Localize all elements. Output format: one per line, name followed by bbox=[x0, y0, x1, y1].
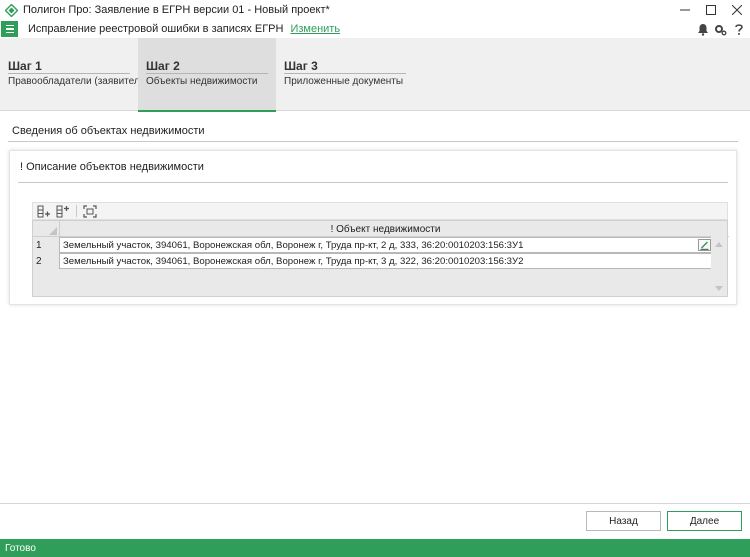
step-subtitle: Приложенные документы bbox=[284, 76, 404, 87]
table-header: ! Объект недвижимости bbox=[33, 221, 729, 237]
table-row[interactable]: 1 Земельный участок, 394061, Воронежская… bbox=[33, 237, 713, 253]
title-bar: Полигон Про: Заявление в ЕГРН версии 01 … bbox=[0, 0, 750, 20]
insert-row-icon[interactable] bbox=[55, 204, 71, 218]
vertical-scrollbar[interactable] bbox=[711, 221, 727, 296]
panel-divider bbox=[18, 182, 728, 183]
objects-table: ! Объект недвижимости 1 Земельный участо… bbox=[32, 220, 729, 297]
step-divider bbox=[146, 73, 268, 74]
close-icon[interactable] bbox=[724, 0, 750, 20]
window-title: Полигон Про: Заявление в ЕГРН версии 01 … bbox=[23, 4, 330, 16]
step-subtitle: Правообладатели (заявители) bbox=[8, 76, 149, 87]
step-3[interactable]: Шаг 3 Приложенные документы bbox=[276, 38, 414, 111]
change-link[interactable]: Изменить bbox=[290, 23, 340, 35]
row-number: 2 bbox=[36, 255, 42, 267]
column-header[interactable]: ! Объект недвижимости bbox=[59, 221, 711, 237]
settings-icon[interactable] bbox=[714, 22, 727, 36]
document-bar: Исправление реестровой ошибки в записях … bbox=[0, 20, 750, 38]
minimize-icon[interactable] bbox=[672, 0, 698, 20]
object-cell-text: Земельный участок, 394061, Воронежская о… bbox=[63, 239, 524, 251]
section-title: Сведения об объектах недвижимости bbox=[12, 125, 205, 137]
back-button[interactable]: Назад bbox=[586, 511, 661, 531]
help-icon[interactable] bbox=[732, 22, 745, 36]
status-text: Готово bbox=[5, 542, 36, 554]
section-divider bbox=[8, 141, 738, 142]
step-title: Шаг 1 bbox=[8, 59, 42, 73]
object-cell-text: Земельный участок, 394061, Воронежская о… bbox=[63, 255, 524, 267]
object-cell[interactable]: Земельный участок, 394061, Воронежская о… bbox=[59, 237, 713, 253]
toolbar-icons bbox=[696, 21, 745, 37]
toolbar-separator bbox=[76, 205, 77, 217]
table-corner bbox=[33, 221, 59, 237]
objects-panel: ! Описание объектов недвижимости ! Объек… bbox=[9, 150, 737, 305]
menu-icon[interactable] bbox=[1, 21, 18, 37]
app-logo-icon bbox=[5, 3, 18, 17]
edit-icon[interactable] bbox=[698, 239, 711, 251]
window-controls bbox=[672, 0, 750, 20]
expand-icon[interactable] bbox=[82, 204, 98, 218]
step-subtitle: Объекты недвижимости bbox=[146, 76, 258, 87]
maximize-icon[interactable] bbox=[698, 0, 724, 20]
add-row-icon[interactable] bbox=[36, 204, 52, 218]
grid-toolbar bbox=[32, 202, 728, 220]
document-type-label: Исправление реестровой ошибки в записях … bbox=[28, 23, 284, 35]
active-step-indicator bbox=[138, 110, 276, 112]
wizard-steps: Шаг 1 Правообладатели (заявители) Шаг 2 … bbox=[0, 38, 750, 112]
bell-icon[interactable] bbox=[696, 22, 709, 36]
panel-title: ! Описание объектов недвижимости bbox=[20, 161, 204, 173]
row-number: 1 bbox=[36, 239, 42, 251]
step-title: Шаг 3 bbox=[284, 59, 318, 73]
table-row[interactable]: 2 Земельный участок, 394061, Воронежская… bbox=[33, 253, 713, 269]
status-bar: Готово bbox=[0, 539, 750, 557]
next-button[interactable]: Далее bbox=[667, 511, 742, 531]
step-title: Шаг 2 bbox=[146, 59, 180, 73]
step-2[interactable]: Шаг 2 Объекты недвижимости bbox=[138, 38, 276, 112]
step-divider bbox=[284, 73, 406, 74]
step-1[interactable]: Шаг 1 Правообладатели (заявители) bbox=[0, 38, 149, 111]
object-cell[interactable]: Земельный участок, 394061, Воронежская о… bbox=[59, 253, 713, 269]
footer-divider bbox=[0, 503, 750, 504]
step-divider bbox=[8, 73, 130, 74]
